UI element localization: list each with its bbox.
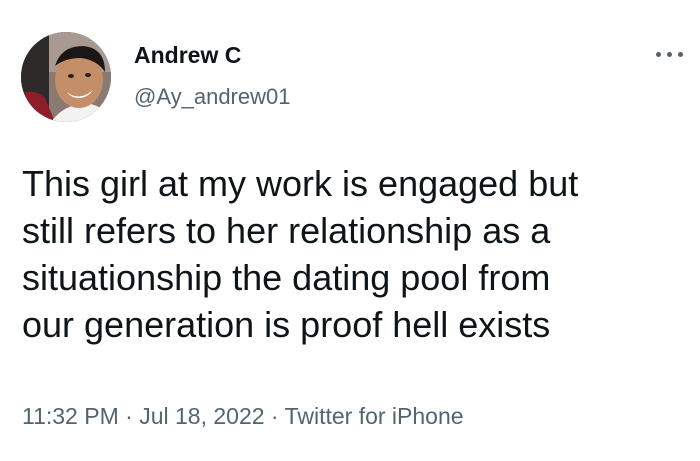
tweet-time[interactable]: 11:32 PM bbox=[22, 403, 119, 429]
tweet-metadata: 11:32 PM · Jul 18, 2022 · Twitter for iP… bbox=[22, 403, 464, 430]
tweet-card: Andrew C @Ay_andrew01 This girl at my wo… bbox=[0, 0, 700, 461]
author-handle[interactable]: @Ay_andrew01 bbox=[134, 84, 290, 110]
more-horizontal-icon-dot bbox=[678, 52, 683, 57]
author-display-name[interactable]: Andrew C bbox=[134, 42, 241, 69]
more-horizontal-icon bbox=[656, 52, 661, 57]
more-horizontal-icon-dot bbox=[667, 52, 672, 57]
tweet-source[interactable]: Twitter for iPhone bbox=[285, 403, 464, 429]
meta-separator: · bbox=[270, 403, 279, 429]
more-options-button[interactable] bbox=[654, 44, 688, 64]
avatar[interactable] bbox=[21, 32, 111, 122]
tweet-date[interactable]: Jul 18, 2022 bbox=[139, 403, 264, 429]
tweet-text: This girl at my work is engaged but stil… bbox=[22, 163, 579, 345]
avatar-photo bbox=[21, 32, 111, 122]
meta-separator: · bbox=[125, 403, 133, 429]
